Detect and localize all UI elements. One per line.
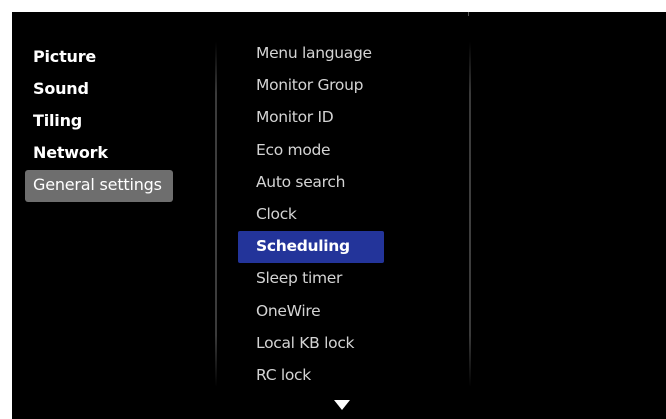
- column-divider-left: [215, 42, 217, 387]
- category-item-picture[interactable]: Picture: [25, 42, 175, 74]
- setting-item-monitor-group[interactable]: Monitor Group: [238, 70, 388, 102]
- settings-menu: Menu language Monitor Group Monitor ID E…: [238, 38, 388, 392]
- setting-item-menu-language[interactable]: Menu language: [238, 38, 388, 70]
- setting-item-scheduling[interactable]: Scheduling: [238, 231, 384, 264]
- setting-item-eco-mode[interactable]: Eco mode: [238, 135, 388, 167]
- category-item-tiling[interactable]: Tiling: [25, 106, 175, 138]
- category-item-sound[interactable]: Sound: [25, 74, 175, 106]
- setting-item-onewire[interactable]: OneWire: [238, 296, 388, 328]
- setting-item-monitor-id[interactable]: Monitor ID: [238, 102, 388, 134]
- setting-item-sleep-timer[interactable]: Sleep timer: [238, 263, 388, 295]
- setting-item-rc-lock[interactable]: RC lock: [238, 360, 388, 392]
- category-menu: Picture Sound Tiling Network General set…: [25, 42, 175, 202]
- column-divider-right: [469, 42, 471, 387]
- setting-item-auto-search[interactable]: Auto search: [238, 167, 388, 199]
- top-tick-mark: [468, 12, 469, 16]
- setting-item-clock[interactable]: Clock: [238, 199, 388, 231]
- category-item-network[interactable]: Network: [25, 138, 175, 170]
- setting-item-local-kb-lock[interactable]: Local KB lock: [238, 328, 388, 360]
- down-triangle-icon[interactable]: [334, 400, 350, 410]
- osd-screen: Picture Sound Tiling Network General set…: [12, 12, 666, 419]
- category-item-general-settings[interactable]: General settings: [25, 170, 173, 202]
